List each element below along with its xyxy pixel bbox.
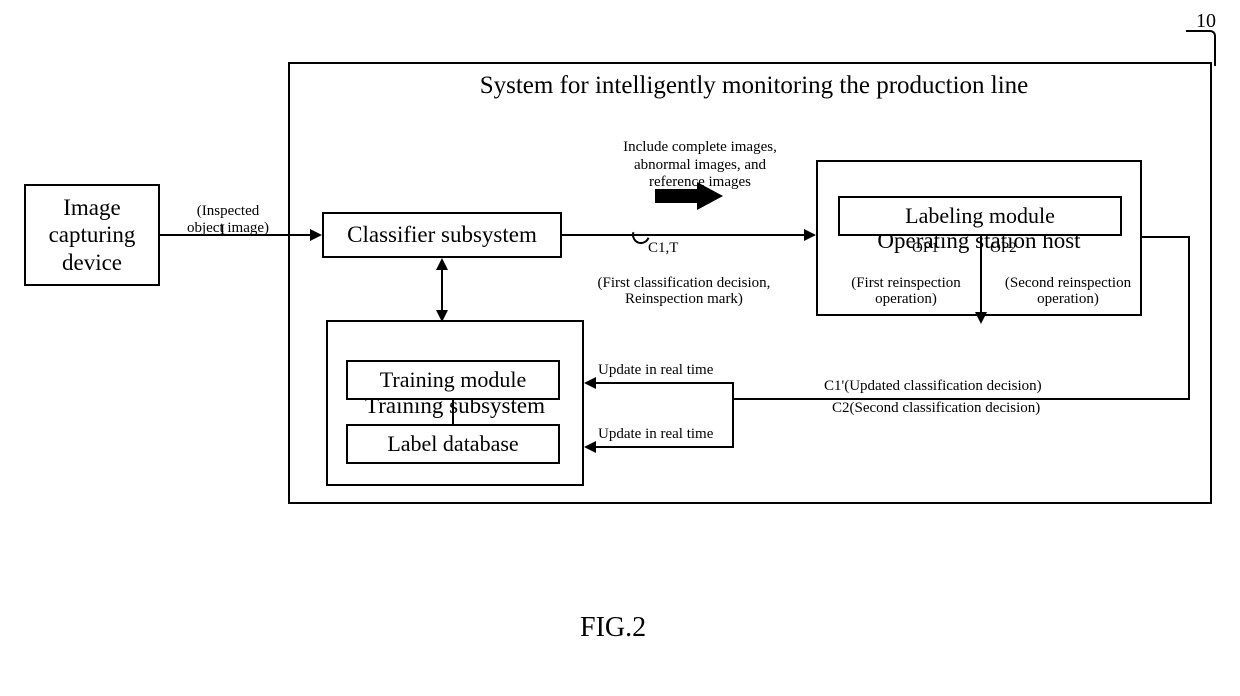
feedback-line-right: [1142, 236, 1190, 238]
labeling-module-label: Labeling module: [905, 203, 1055, 229]
c1t-label: C1,T: [648, 240, 678, 257]
arrow-head-update1: [584, 377, 596, 389]
c1t-desc-label: (First classification decision, Reinspec…: [584, 258, 784, 308]
c1prime-label: C1'(Updated classification decision): [824, 378, 1042, 395]
labeling-module-box: Labeling module: [838, 196, 1122, 236]
c2-label: C2(Second classification decision): [832, 400, 1040, 417]
arrow-line-update1: [596, 382, 734, 384]
system-title: System for intelligently monitoring the …: [414, 72, 1094, 100]
include-images-label: Include complete images, abnormal images…: [590, 122, 810, 191]
op-divider: [980, 236, 982, 316]
op2-label: OP2: [990, 240, 1017, 257]
arrow-head-2: [804, 229, 816, 241]
ref-bracket-10: [1186, 30, 1216, 66]
figure-label: FIG.2: [580, 612, 646, 644]
label-database-box: Label database: [346, 424, 560, 464]
arrow-head-bidir-down: [436, 310, 448, 322]
feedback-line-vert2: [732, 382, 734, 448]
thick-arrow-icon: [655, 182, 725, 215]
op2-desc-label: (Second reinspection operation): [988, 258, 1148, 308]
label-database-label: Label database: [387, 431, 518, 457]
image-capturing-device-label: Image capturing device: [49, 194, 136, 277]
op1-label: OP1: [912, 240, 939, 257]
arrow-head-update2: [584, 441, 596, 453]
ref-10-label: 10: [1196, 10, 1216, 33]
update2-label: Update in real time: [598, 426, 713, 443]
op1-desc-label: (First reinspection operation): [832, 258, 980, 308]
classifier-label: Classifier subsystem: [347, 222, 537, 248]
training-inner-connector: [452, 400, 454, 424]
arrow-head-op-down: [975, 312, 987, 324]
arrow-head-bidir-up: [436, 258, 448, 270]
training-module-box: Training module: [346, 360, 560, 400]
arrow-line-2: [562, 234, 806, 236]
training-module-label: Training module: [380, 367, 526, 393]
inspected-label: (Inspected object image): [168, 186, 288, 237]
image-capturing-device-box: Image capturing device: [24, 184, 160, 286]
arrow-line-bidir: [441, 268, 443, 312]
update1-label: Update in real time: [598, 362, 713, 379]
arrow-line-update2: [596, 446, 734, 448]
inspected-i-label: I: [220, 222, 225, 239]
classifier-subsystem-box: Classifier subsystem: [322, 212, 562, 258]
feedback-line-down: [1188, 236, 1190, 400]
